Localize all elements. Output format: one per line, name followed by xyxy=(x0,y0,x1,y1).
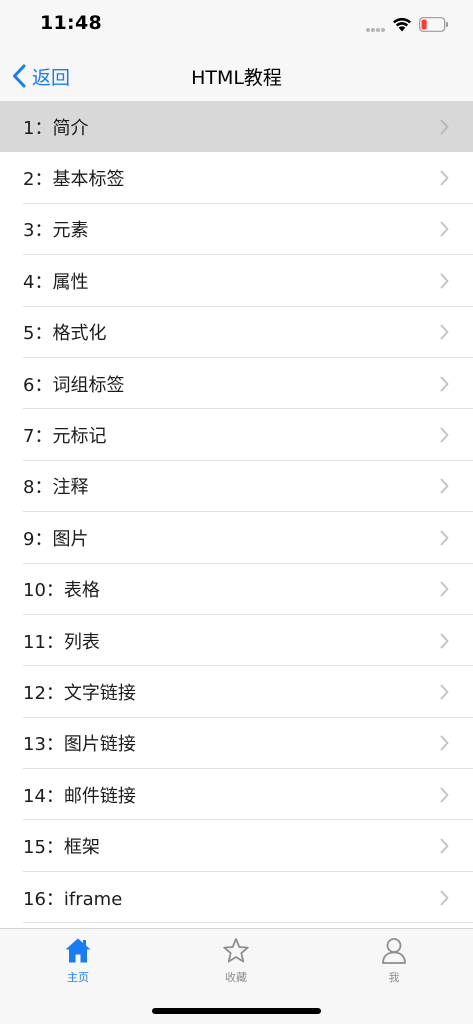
chevron-right-icon xyxy=(440,787,449,803)
home-indicator xyxy=(152,1008,321,1014)
list-item-label: 12：文字链接 xyxy=(23,682,136,704)
chevron-right-icon xyxy=(440,376,449,392)
navigation-bar: 返回 HTML教程 xyxy=(0,50,473,102)
screen: 11:48 返回 HTML教程 1：简介 2：基本标签 3：元素 4：属性 5：… xyxy=(0,0,473,1024)
list-item[interactable]: 10：表格 xyxy=(0,563,473,615)
chevron-right-icon xyxy=(440,633,449,649)
chevron-right-icon xyxy=(440,838,449,854)
list-item[interactable]: 8：注释 xyxy=(0,460,473,513)
chevron-right-icon xyxy=(440,427,449,443)
list-item[interactable]: 11：列表 xyxy=(0,614,473,667)
list-item-label: 15：框架 xyxy=(23,837,100,859)
person-icon xyxy=(382,938,406,964)
list-item[interactable]: 13：图片链接 xyxy=(0,717,473,770)
home-icon xyxy=(65,938,91,963)
page-title: HTML教程 xyxy=(191,67,282,89)
list-item-label: 10：表格 xyxy=(23,580,100,602)
list-item-label: 8：注释 xyxy=(23,477,89,499)
tab-me[interactable]: 我 xyxy=(344,937,444,989)
list-item-label: 9：图片 xyxy=(23,528,89,550)
list-item[interactable]: 9：图片 xyxy=(0,512,473,564)
list-item-label: 4：属性 xyxy=(23,271,89,293)
list-item[interactable]: 5：格式化 xyxy=(0,306,473,358)
chevron-right-icon xyxy=(440,581,449,597)
chevron-right-icon xyxy=(440,170,449,186)
list-item[interactable]: 3：元素 xyxy=(0,203,473,256)
list-item-label: 7：元标记 xyxy=(23,426,107,448)
chevron-right-icon xyxy=(440,478,449,494)
list-item-label: 14：邮件链接 xyxy=(23,785,136,807)
chevron-right-icon xyxy=(440,273,449,289)
battery-icon xyxy=(419,17,448,32)
chevron-right-icon xyxy=(440,530,449,546)
cellular-signal-icon xyxy=(366,28,388,34)
list-item[interactable]: 2：基本标签 xyxy=(0,152,473,204)
list-item-label: 2：基本标签 xyxy=(23,169,125,191)
row-separator xyxy=(23,922,473,924)
tab-home-label: 主页 xyxy=(67,971,89,984)
tab-favorites-label: 收藏 xyxy=(225,971,247,984)
tab-home[interactable]: 主页 xyxy=(28,937,128,989)
list-item[interactable]: 14：邮件链接 xyxy=(0,769,473,821)
tab-favorites[interactable]: 收藏 xyxy=(186,937,286,989)
list-item[interactable]: 15：框架 xyxy=(0,820,473,872)
chevron-right-icon xyxy=(440,119,449,135)
list-item[interactable]: 16：iframe xyxy=(0,871,473,924)
wifi-icon xyxy=(393,17,411,32)
list-item-label: 11：列表 xyxy=(23,631,100,653)
list-item-label: 6：词组标签 xyxy=(23,374,125,396)
chevron-right-icon xyxy=(440,735,449,751)
chevron-right-icon xyxy=(440,684,449,700)
list-item-label: 13：图片链接 xyxy=(23,734,136,756)
list-item[interactable]: 6：词组标签 xyxy=(0,357,473,410)
list-item[interactable]: 12：文字链接 xyxy=(0,666,473,718)
lesson-list: 1：简介 2：基本标签 3：元素 4：属性 5：格式化 6：词组标签 7：元标记… xyxy=(0,101,473,928)
chevron-right-icon xyxy=(440,890,449,906)
star-icon xyxy=(223,938,249,963)
status-bar: 11:48 xyxy=(0,0,473,50)
chevron-right-icon xyxy=(440,324,449,340)
list-item[interactable]: 7：元标记 xyxy=(0,409,473,461)
list-item-label: 3：元素 xyxy=(23,220,89,242)
status-time: 11:48 xyxy=(40,12,102,34)
chevron-right-icon xyxy=(440,221,449,237)
list-item-label: 16：iframe xyxy=(23,888,123,910)
list-item-label: 1：简介 xyxy=(23,117,89,139)
tab-me-label: 我 xyxy=(388,971,400,984)
list-item[interactable]: 4：属性 xyxy=(0,255,473,307)
list-item[interactable]: 1：简介 xyxy=(0,101,473,153)
list-item-label: 5：格式化 xyxy=(23,323,107,345)
